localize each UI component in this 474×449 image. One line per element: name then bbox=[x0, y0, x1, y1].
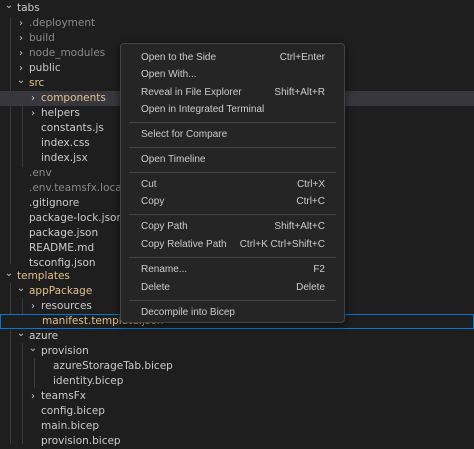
explorer-item-label: teamsFx bbox=[41, 390, 86, 402]
chevron-down-icon[interactable]: ⌄ bbox=[3, 269, 15, 279]
chevron-down-icon[interactable]: ⌄ bbox=[27, 344, 39, 354]
menu-item-label: Copy Relative Path bbox=[141, 239, 227, 250]
menu-item-shortcut: Delete bbox=[296, 282, 325, 293]
explorer-item-label: components bbox=[41, 92, 106, 104]
explorer-folder-row[interactable]: ⌄ tabs bbox=[0, 1, 474, 16]
explorer-item-label: index.jsx bbox=[41, 152, 88, 164]
menu-item-shortcut: Ctrl+K Ctrl+Shift+C bbox=[239, 239, 325, 250]
explorer-item-label: package-lock.json bbox=[29, 212, 124, 224]
menu-item-copy[interactable]: Copy Ctrl+C bbox=[125, 193, 340, 210]
menu-item-shortcut: Ctrl+C bbox=[296, 196, 325, 207]
explorer-item-label: public bbox=[29, 62, 61, 74]
menu-item-open-timeline[interactable]: Open Timeline bbox=[125, 151, 340, 168]
explorer-item-label: .env.teamsfx.local bbox=[29, 182, 125, 194]
explorer-item-label: resources bbox=[41, 300, 92, 312]
menu-item-label: Open to the Side bbox=[141, 52, 217, 63]
menu-item-shortcut: F2 bbox=[313, 264, 325, 275]
menu-item-open-to-side[interactable]: Open to the Side Ctrl+Enter bbox=[125, 49, 340, 66]
explorer-item-label: node_modules bbox=[29, 47, 106, 59]
explorer-item-label: azureStorageTab.bicep bbox=[53, 360, 173, 372]
menu-item-decompile-into-bicep[interactable]: Decompile into Bicep bbox=[125, 304, 340, 321]
menu-item-cut[interactable]: Cut Ctrl+X bbox=[125, 176, 340, 193]
explorer-item-label: templates bbox=[17, 270, 70, 282]
chevron-right-icon[interactable]: › bbox=[27, 91, 39, 106]
menu-separator bbox=[129, 122, 336, 123]
menu-separator bbox=[129, 147, 336, 148]
menu-item-label: Open With... bbox=[141, 69, 197, 80]
menu-item-label: Copy Path bbox=[141, 221, 188, 232]
menu-item-shortcut: Ctrl+X bbox=[296, 179, 325, 190]
menu-item-label: Rename... bbox=[141, 264, 188, 275]
menu-item-label: Decompile into Bicep bbox=[141, 307, 235, 318]
menu-item-rename[interactable]: Rename... F2 bbox=[125, 261, 340, 278]
menu-separator bbox=[129, 172, 336, 173]
explorer-item-label: index.css bbox=[41, 137, 90, 149]
menu-item-open-in-terminal[interactable]: Open in Integrated Terminal bbox=[125, 101, 340, 118]
explorer-item-label: azure bbox=[29, 330, 59, 342]
explorer-item-label: build bbox=[29, 32, 55, 44]
explorer-item-label: README.md bbox=[29, 242, 95, 254]
explorer-folder-row[interactable]: › .deployment bbox=[0, 16, 474, 31]
explorer-item-label: .deployment bbox=[29, 17, 96, 29]
menu-item-label: Open Timeline bbox=[141, 154, 206, 165]
explorer-item-label: provision.bicep bbox=[41, 435, 121, 447]
context-menu: Open to the Side Ctrl+Enter Open With...… bbox=[120, 43, 345, 323]
explorer-item-label: config.bicep bbox=[41, 405, 105, 417]
explorer-file-row[interactable]: config.bicep bbox=[0, 404, 474, 419]
chevron-down-icon[interactable]: ⌄ bbox=[15, 329, 27, 339]
chevron-right-icon[interactable]: › bbox=[15, 61, 27, 76]
menu-separator bbox=[129, 214, 336, 215]
explorer-folder-row[interactable]: › teamsFx bbox=[0, 389, 474, 404]
explorer-file-row[interactable]: azureStorageTab.bicep bbox=[0, 359, 474, 374]
chevron-down-icon[interactable]: ⌄ bbox=[3, 1, 15, 11]
menu-item-shortcut: Shift+Alt+R bbox=[274, 87, 325, 98]
menu-separator bbox=[129, 300, 336, 301]
explorer-file-row[interactable]: provision.bicep bbox=[0, 434, 474, 449]
chevron-down-icon[interactable]: ⌄ bbox=[15, 76, 27, 86]
menu-item-shortcut: Ctrl+Enter bbox=[279, 52, 325, 63]
explorer-item-label: identity.bicep bbox=[53, 375, 124, 387]
explorer-file-row[interactable]: identity.bicep bbox=[0, 374, 474, 389]
explorer-file-row[interactable]: main.bicep bbox=[0, 419, 474, 434]
menu-item-open-with[interactable]: Open With... bbox=[125, 66, 340, 83]
explorer-folder-row[interactable]: ⌄ azure bbox=[0, 329, 474, 344]
chevron-down-icon[interactable]: ⌄ bbox=[15, 284, 27, 294]
menu-item-select-for-compare[interactable]: Select for Compare bbox=[125, 126, 340, 143]
explorer-item-label: .env bbox=[29, 167, 52, 179]
menu-item-label: Open in Integrated Terminal bbox=[141, 104, 265, 115]
explorer-item-label: constants.js bbox=[41, 122, 104, 134]
explorer-item-label: .gitignore bbox=[29, 197, 80, 209]
menu-item-delete[interactable]: Delete Delete bbox=[125, 279, 340, 296]
menu-item-label: Copy bbox=[141, 196, 165, 207]
menu-item-label: Select for Compare bbox=[141, 129, 228, 140]
menu-item-copy-path[interactable]: Copy Path Shift+Alt+C bbox=[125, 218, 340, 235]
chevron-right-icon[interactable]: › bbox=[15, 31, 27, 46]
chevron-right-icon[interactable]: › bbox=[27, 389, 39, 404]
menu-item-label: Delete bbox=[141, 282, 170, 293]
menu-item-label: Cut bbox=[141, 179, 157, 190]
explorer-item-label: appPackage bbox=[29, 285, 93, 297]
chevron-right-icon[interactable]: › bbox=[27, 299, 39, 314]
menu-item-copy-relative-path[interactable]: Copy Relative Path Ctrl+K Ctrl+Shift+C bbox=[125, 236, 340, 253]
chevron-right-icon[interactable]: › bbox=[15, 16, 27, 31]
explorer-item-label: tabs bbox=[17, 2, 40, 14]
menu-item-reveal-in-file-explorer[interactable]: Reveal in File Explorer Shift+Alt+R bbox=[125, 84, 340, 101]
explorer-item-label: main.bicep bbox=[41, 420, 100, 432]
menu-separator bbox=[129, 257, 336, 258]
explorer-folder-row[interactable]: ⌄ provision bbox=[0, 344, 474, 359]
explorer-item-label: provision bbox=[41, 345, 89, 357]
explorer-item-label: package.json bbox=[29, 227, 99, 239]
menu-item-label: Reveal in File Explorer bbox=[141, 87, 242, 98]
explorer-item-label: helpers bbox=[41, 107, 80, 119]
chevron-right-icon[interactable]: › bbox=[15, 46, 27, 61]
chevron-right-icon[interactable]: › bbox=[27, 106, 39, 121]
menu-item-shortcut: Shift+Alt+C bbox=[274, 221, 325, 232]
explorer-item-label: src bbox=[29, 77, 45, 89]
